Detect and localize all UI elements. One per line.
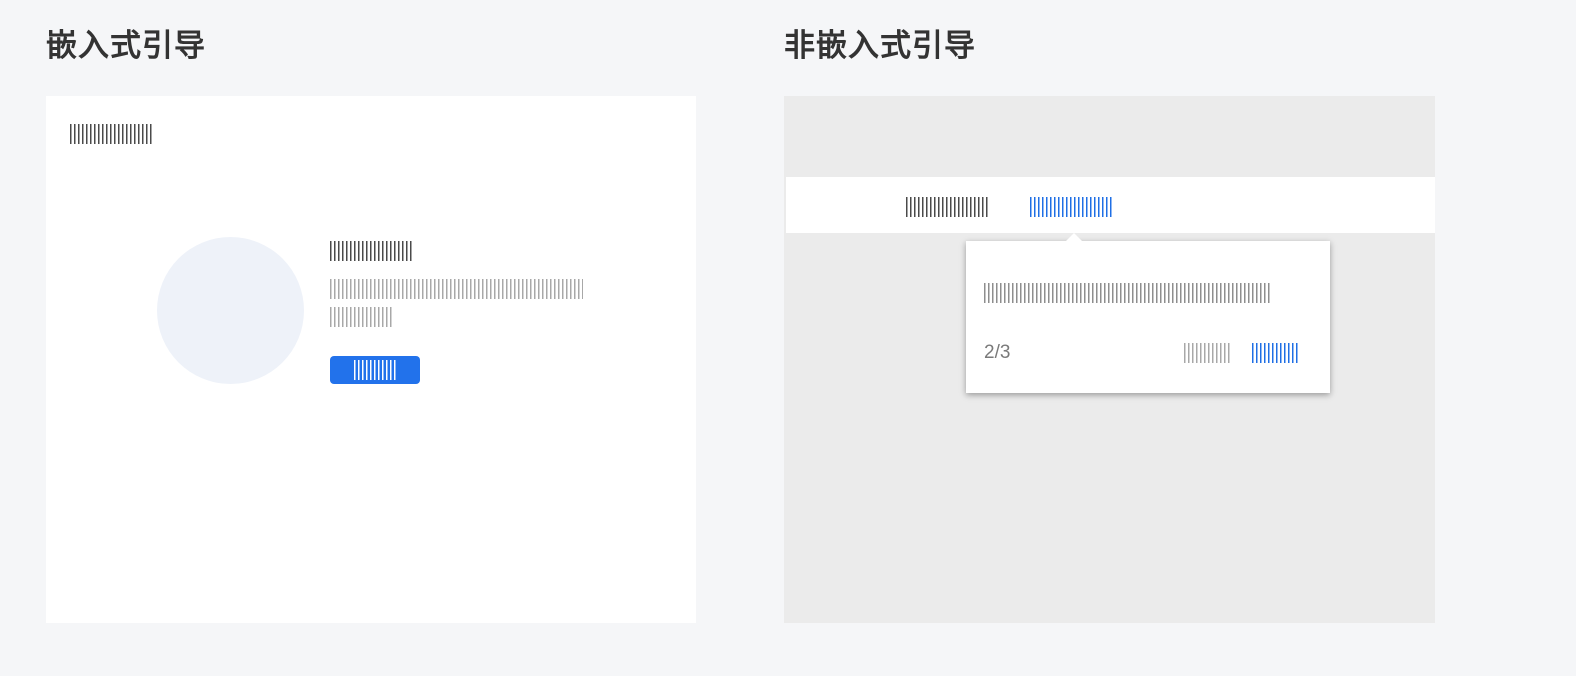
nav-item[interactable]	[906, 197, 988, 217]
page-heading-placeholder	[70, 124, 152, 144]
embedded-guide-title: 嵌入式引导	[46, 28, 206, 64]
guide-title-placeholder	[330, 241, 412, 261]
next-button[interactable]	[1252, 343, 1298, 363]
illustration-placeholder	[157, 237, 304, 384]
step-counter: 2/3	[984, 342, 1011, 363]
skip-button[interactable]	[1184, 343, 1230, 363]
non-embedded-guide-mockup: 2/3	[784, 96, 1435, 623]
guide-action-button[interactable]	[330, 356, 420, 384]
nav-item-highlighted[interactable]	[1030, 197, 1112, 217]
popover-description-placeholder	[984, 283, 1272, 303]
navigation-bar	[786, 177, 1435, 233]
guide-popover: 2/3	[966, 233, 1330, 393]
embedded-guide-mockup	[46, 96, 696, 623]
guide-action-button-label	[354, 360, 396, 380]
guide-description-line-2	[330, 307, 392, 327]
non-embedded-guide-title: 非嵌入式引导	[784, 28, 976, 64]
popover-arrow	[1066, 233, 1082, 241]
guide-description-line-1	[330, 279, 583, 299]
